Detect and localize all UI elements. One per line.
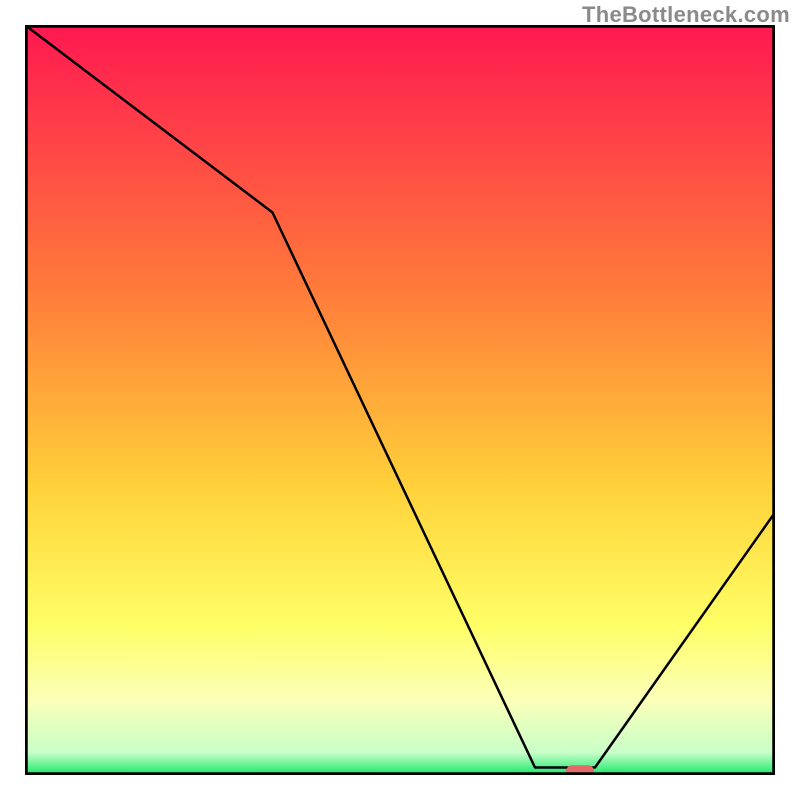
plot-area: [25, 25, 775, 775]
watermark-text: TheBottleneck.com: [582, 2, 790, 28]
chart-svg: [25, 25, 775, 775]
chart-container: TheBottleneck.com: [0, 0, 800, 800]
plot-background: [25, 25, 775, 775]
